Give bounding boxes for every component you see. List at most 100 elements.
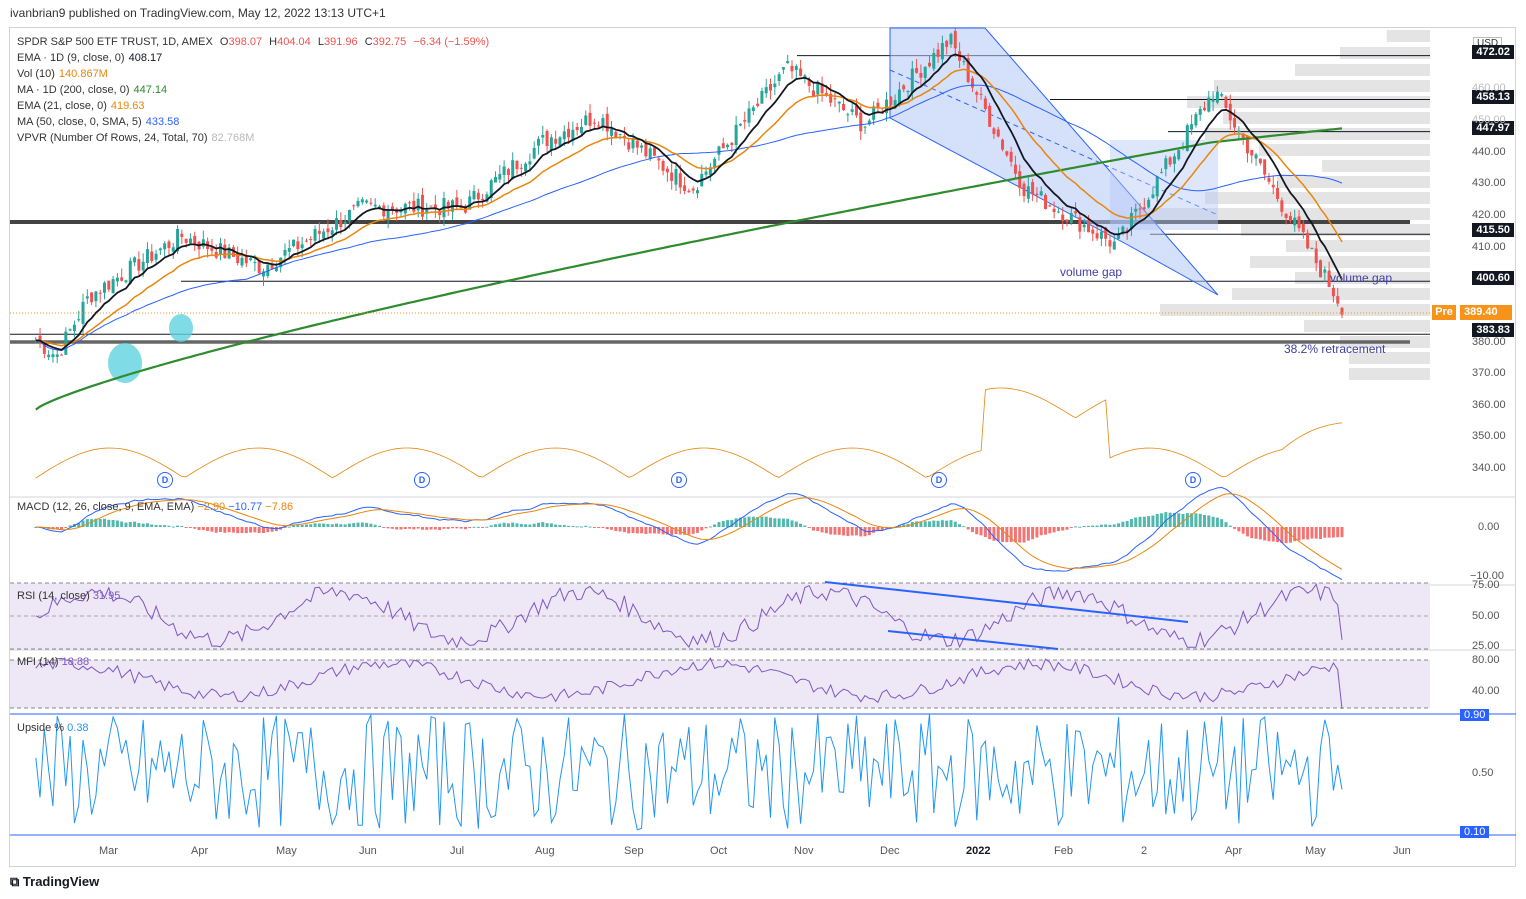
candle-body: [644, 143, 648, 157]
macd-histogram-bar: [773, 518, 777, 527]
candle-body: [906, 90, 910, 93]
candle-body: [511, 160, 515, 180]
annotation-retracement[interactable]: 38.2% retracement: [1284, 342, 1385, 356]
candle-body: [726, 144, 730, 148]
candle-body: [1022, 183, 1026, 197]
macd-histogram-bar: [554, 524, 558, 527]
candle-body: [77, 319, 81, 321]
ema9-legend[interactable]: EMA · 1D (9, close, 0) 408.17: [17, 52, 162, 65]
macd-histogram-bar: [188, 527, 192, 528]
candle-body: [1074, 211, 1078, 214]
upside-tick-050: 0.50: [1472, 767, 1494, 779]
y-tick-440: 440.00: [1472, 146, 1506, 158]
candle-body: [704, 171, 708, 175]
macd-histogram-bar: [945, 520, 949, 527]
macd-histogram-bar: [1306, 527, 1310, 540]
candle-body: [721, 143, 725, 149]
rsi-tick-50: 50.00: [1472, 610, 1500, 622]
candle-body: [1203, 107, 1206, 111]
macd-legend[interactable]: MACD (12, 26, close, 9, EMA, EMA) −2.90 …: [17, 501, 293, 513]
macd-histogram-bar: [575, 526, 579, 528]
upside-line: [35, 714, 1343, 831]
macd-histogram-bar: [463, 527, 467, 530]
macd-histogram-bar: [360, 522, 364, 527]
candle-body: [657, 158, 661, 161]
candle-body: [859, 112, 863, 132]
candle-body: [1254, 154, 1258, 159]
macd-histogram-bar: [966, 527, 970, 530]
candle-body: [635, 140, 639, 148]
candle-body: [68, 329, 72, 331]
macd-histogram-bar: [1082, 525, 1086, 527]
macd-histogram-bar: [1224, 522, 1228, 527]
candle-body: [1039, 191, 1043, 196]
candle-body: [515, 160, 519, 170]
macd-histogram-bar: [799, 523, 803, 527]
tradingview-logo[interactable]: ⧉ TradingView: [10, 874, 99, 890]
candle-body: [781, 67, 785, 70]
y-tick-360: 360.00: [1472, 399, 1506, 411]
macd-histogram-bar: [936, 520, 940, 527]
candle-body: [47, 354, 51, 358]
dividend-marker[interactable]: D: [157, 472, 173, 488]
macd-histogram-bar: [253, 527, 257, 533]
annotation-volume-gap-1[interactable]: volume gap: [1060, 265, 1122, 279]
macd-histogram-bar: [240, 527, 244, 533]
candle-body: [970, 78, 974, 88]
candle-body: [1044, 194, 1048, 209]
candle-body: [85, 296, 89, 299]
candle-body: [1031, 182, 1035, 195]
sma50-legend[interactable]: MA (50, close, 0, SMA, 5) 433.58: [17, 116, 179, 129]
dividend-marker[interactable]: D: [931, 472, 947, 488]
candle-body: [730, 142, 734, 146]
candle-body: [55, 354, 59, 357]
candle-body: [193, 235, 197, 245]
vpvr-bar: [1223, 112, 1430, 124]
candle-body: [588, 112, 592, 126]
macd-histogram-bar: [141, 523, 145, 527]
candle-body: [141, 261, 145, 271]
macd-histogram-bar: [244, 527, 248, 534]
ema21-legend[interactable]: EMA (21, close, 0) 419.63: [17, 100, 145, 113]
macd-histogram-bar: [201, 527, 205, 531]
macd-histogram-bar: [1048, 527, 1052, 534]
vpvr-legend[interactable]: VPVR (Number Of Rows, 24, Total, 70) 82.7…: [17, 132, 254, 145]
dividend-marker[interactable]: D: [1185, 472, 1201, 488]
macd-histogram-bar: [1241, 527, 1245, 534]
vpvr-bar: [1304, 320, 1430, 332]
dividend-marker[interactable]: D: [414, 472, 430, 488]
macd-histogram-bar: [356, 522, 360, 527]
macd-histogram-bar: [1044, 527, 1048, 535]
candle-body: [653, 147, 656, 156]
macd-histogram-bar: [794, 521, 798, 527]
x-label-may: May: [276, 845, 297, 857]
mfi-legend[interactable]: MFI (14) 18.88: [17, 656, 89, 668]
macd-histogram-bar: [309, 524, 313, 527]
candle-body: [133, 257, 137, 263]
price-tag-383: 383.83: [1472, 323, 1514, 337]
macd-histogram-bar: [949, 520, 953, 527]
candle-body: [532, 147, 536, 159]
candle-body: [481, 198, 485, 201]
symbol-legend[interactable]: SPDR S&P 500 ETF TRUST, 1D, AMEX O398.07…: [17, 36, 489, 49]
annotation-volume-gap-2[interactable]: volume gap: [1330, 271, 1392, 285]
candle-body: [975, 92, 979, 95]
dividend-marker[interactable]: D: [671, 472, 687, 488]
upside-legend[interactable]: Upside % 0.38: [17, 722, 89, 734]
rsi-legend[interactable]: RSI (14, close) 31.95: [17, 590, 120, 602]
ma200-legend[interactable]: MA · 1D (200, close, 0) 447.14: [17, 84, 167, 97]
candle-body: [335, 218, 339, 230]
vpvr-bar: [1214, 80, 1430, 92]
macd-histogram-bar: [695, 527, 699, 533]
volume-legend[interactable]: Vol (10) 140.867M: [17, 68, 108, 81]
macd-histogram-bar: [872, 527, 876, 533]
macd-histogram-bar: [1310, 527, 1314, 539]
vpvr-bar: [1160, 304, 1430, 316]
candle-body: [695, 190, 699, 194]
macd-histogram-bar: [1198, 513, 1202, 527]
macd-histogram-bar: [184, 527, 188, 528]
macd-histogram-bar: [313, 523, 317, 527]
upside-tick-010: 0.10: [1460, 826, 1490, 838]
candle-body: [1005, 151, 1009, 156]
macd-histogram-bar: [1013, 527, 1017, 543]
